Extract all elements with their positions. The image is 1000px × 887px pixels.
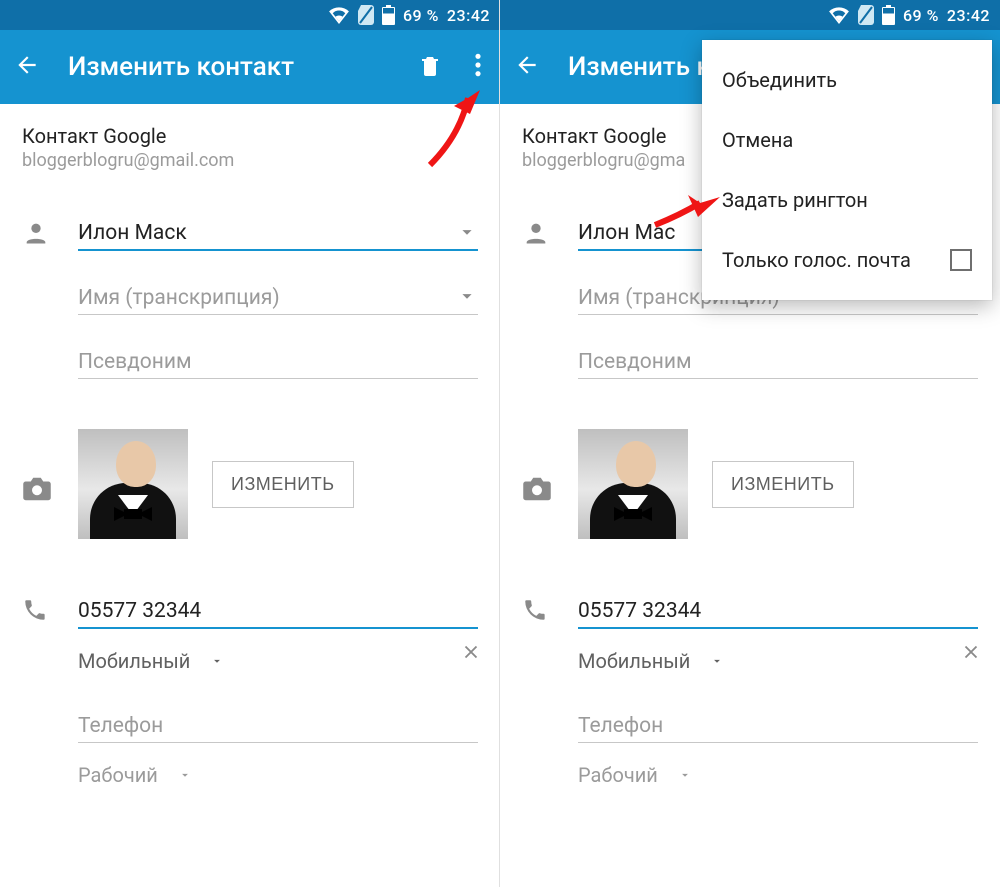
clock: 23:42 xyxy=(447,6,490,25)
status-bar: 69 % 23:42 xyxy=(500,0,1000,30)
battery-percent: 69 % xyxy=(903,6,939,25)
wifi-icon xyxy=(328,6,350,24)
menu-set-ringtone[interactable]: Задать рингтон xyxy=(702,170,992,230)
menu-merge[interactable]: Объединить xyxy=(702,50,992,110)
phone-extra-placeholder: Телефон xyxy=(578,709,978,743)
nickname-field[interactable]: Псевдоним xyxy=(78,345,478,379)
overflow-menu: Объединить Отмена Задать рингтон Только … xyxy=(702,40,992,300)
photo-section: ИЗМЕНИТЬ xyxy=(22,429,478,539)
sim-off-icon xyxy=(858,5,874,25)
person-icon xyxy=(22,217,78,251)
phone-type-label: Мобильный xyxy=(78,649,190,673)
camera-icon xyxy=(22,462,78,506)
camera-icon xyxy=(522,462,578,506)
name-field[interactable]: Илон Маск xyxy=(78,217,478,251)
change-photo-button[interactable]: ИЗМЕНИТЬ xyxy=(212,461,354,508)
phone-type-select[interactable]: Мобильный xyxy=(578,649,978,673)
screen-right: 69 % 23:42 Изменить контакт Контакт Goog… xyxy=(500,0,1000,887)
nickname-placeholder: Псевдоним xyxy=(78,345,478,379)
menu-voicemail-only[interactable]: Только голос. почта xyxy=(702,230,992,290)
content: Контакт Google bloggerblogru@gmail.com И… xyxy=(0,104,500,823)
more-options-button[interactable] xyxy=(470,52,486,82)
clear-phone-button[interactable] xyxy=(960,641,982,667)
phone-type-label: Мобильный xyxy=(578,649,690,673)
wifi-icon xyxy=(828,6,850,24)
battery-percent: 69 % xyxy=(403,6,439,25)
phone-field[interactable]: 05577 32344 xyxy=(78,595,478,629)
screen-left: 69 % 23:42 Изменить контакт Контакт Goog… xyxy=(0,0,500,887)
phone-extra-field[interactable]: Телефон xyxy=(78,709,478,743)
menu-cancel[interactable]: Отмена xyxy=(702,110,992,170)
phone-extra-type-select[interactable]: Рабочий xyxy=(578,763,978,787)
account-type-label: Контакт Google xyxy=(22,124,478,148)
phone-extra-type-label: Рабочий xyxy=(78,763,158,787)
menu-voicemail-only-label: Только голос. почта xyxy=(722,248,911,272)
sim-off-icon xyxy=(358,5,374,25)
phone-icon xyxy=(22,595,78,627)
nickname-field[interactable]: Псевдоним xyxy=(578,345,978,379)
phone-icon xyxy=(522,595,578,627)
clock: 23:42 xyxy=(947,6,990,25)
phone-extra-placeholder: Телефон xyxy=(78,709,478,743)
menu-merge-label: Объединить xyxy=(722,68,837,92)
expand-transcription-icon[interactable] xyxy=(456,285,478,311)
back-button[interactable] xyxy=(14,52,40,82)
voicemail-only-checkbox[interactable] xyxy=(950,249,972,271)
menu-cancel-label: Отмена xyxy=(722,128,793,152)
app-bar-title: Изменить контакт xyxy=(68,52,390,82)
phone-extra-type-select[interactable]: Рабочий xyxy=(78,763,478,787)
phone-value: 05577 32344 xyxy=(578,595,978,629)
account-email: bloggerblogru@gmail.com xyxy=(22,150,478,171)
change-photo-button[interactable]: ИЗМЕНИТЬ xyxy=(712,461,854,508)
phone-section: 05577 32344 Мобильный Телефон Рабочий xyxy=(22,595,478,823)
phone-field[interactable]: 05577 32344 xyxy=(578,595,978,629)
clear-phone-button[interactable] xyxy=(460,641,482,667)
phone-extra-type-label: Рабочий xyxy=(578,763,658,787)
name-section: Илон Маск Имя (транскрипция) Псевдоним xyxy=(22,217,478,409)
nickname-placeholder: Псевдоним xyxy=(578,345,978,379)
phone-value: 05577 32344 xyxy=(78,595,478,629)
photo-section: ИЗМЕНИТЬ xyxy=(522,429,978,539)
contact-photo[interactable] xyxy=(578,429,688,539)
transcription-field[interactable]: Имя (транскрипция) xyxy=(78,281,478,315)
battery-icon xyxy=(382,5,395,25)
phone-section: 05577 32344 Мобильный Телефон Рабочий xyxy=(522,595,978,823)
phone-extra-field[interactable]: Телефон xyxy=(578,709,978,743)
transcription-placeholder: Имя (транскрипция) xyxy=(78,281,478,315)
menu-set-ringtone-label: Задать рингтон xyxy=(722,188,868,212)
expand-name-icon[interactable] xyxy=(456,221,478,247)
delete-button[interactable] xyxy=(418,52,442,82)
contact-photo[interactable] xyxy=(78,429,188,539)
status-bar: 69 % 23:42 xyxy=(0,0,500,30)
phone-type-select[interactable]: Мобильный xyxy=(78,649,478,673)
name-value: Илон Маск xyxy=(78,217,478,251)
battery-icon xyxy=(882,5,895,25)
person-icon xyxy=(522,217,578,251)
back-button[interactable] xyxy=(514,52,540,82)
app-bar: Изменить контакт xyxy=(0,30,500,104)
